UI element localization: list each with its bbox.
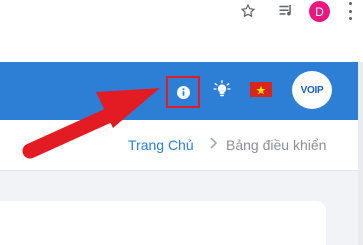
breadcrumb-home-link[interactable]: Trang Chủ [128, 137, 194, 153]
more-vert-icon[interactable] [347, 2, 353, 20]
info-highlight-box [166, 76, 200, 108]
page-top-area [0, 24, 363, 63]
info-icon[interactable] [176, 85, 190, 99]
breadcrumb-current: Bảng điều khiển [226, 137, 327, 153]
voip-logo[interactable]: VOIP [292, 71, 332, 109]
chevron-right-icon [210, 137, 218, 149]
lightbulb-icon[interactable] [213, 80, 231, 98]
star-icon[interactable] [238, 1, 258, 21]
media-queue-icon[interactable] [276, 1, 298, 21]
browser-toolbar: D [0, 0, 363, 24]
scrollbar[interactable] [358, 62, 363, 245]
vietnam-flag-icon[interactable] [250, 82, 272, 97]
logo-text: VOIP [300, 84, 324, 96]
content-card [0, 201, 326, 245]
profile-avatar[interactable]: D [309, 1, 330, 22]
